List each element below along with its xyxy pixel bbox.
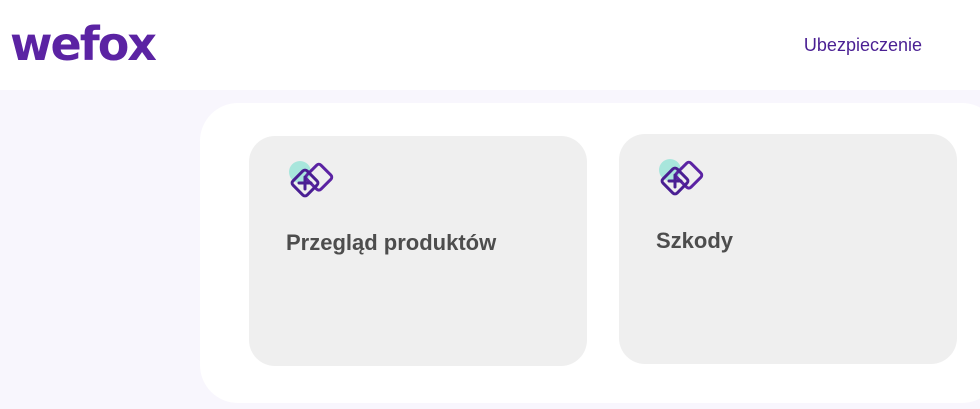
nav-link-ubezpieczenie[interactable]: Ubezpieczenie: [804, 34, 922, 56]
card-claims[interactable]: Szkody: [619, 134, 957, 364]
top-header: wefox Ubezpieczenie: [0, 0, 980, 90]
card-product-overview[interactable]: Przegląd produktów: [249, 136, 587, 366]
card-title: Przegląd produktów: [286, 230, 497, 255]
insurance-plus-icon: [289, 161, 334, 198]
card-title: Szkody: [656, 228, 734, 253]
content-panel: Przegląd produktów Szkody: [200, 103, 980, 403]
page-background: Przegląd produktów Szkody: [0, 90, 980, 409]
insurance-plus-icon: [659, 159, 704, 196]
wefox-logo[interactable]: wefox: [10, 16, 157, 72]
